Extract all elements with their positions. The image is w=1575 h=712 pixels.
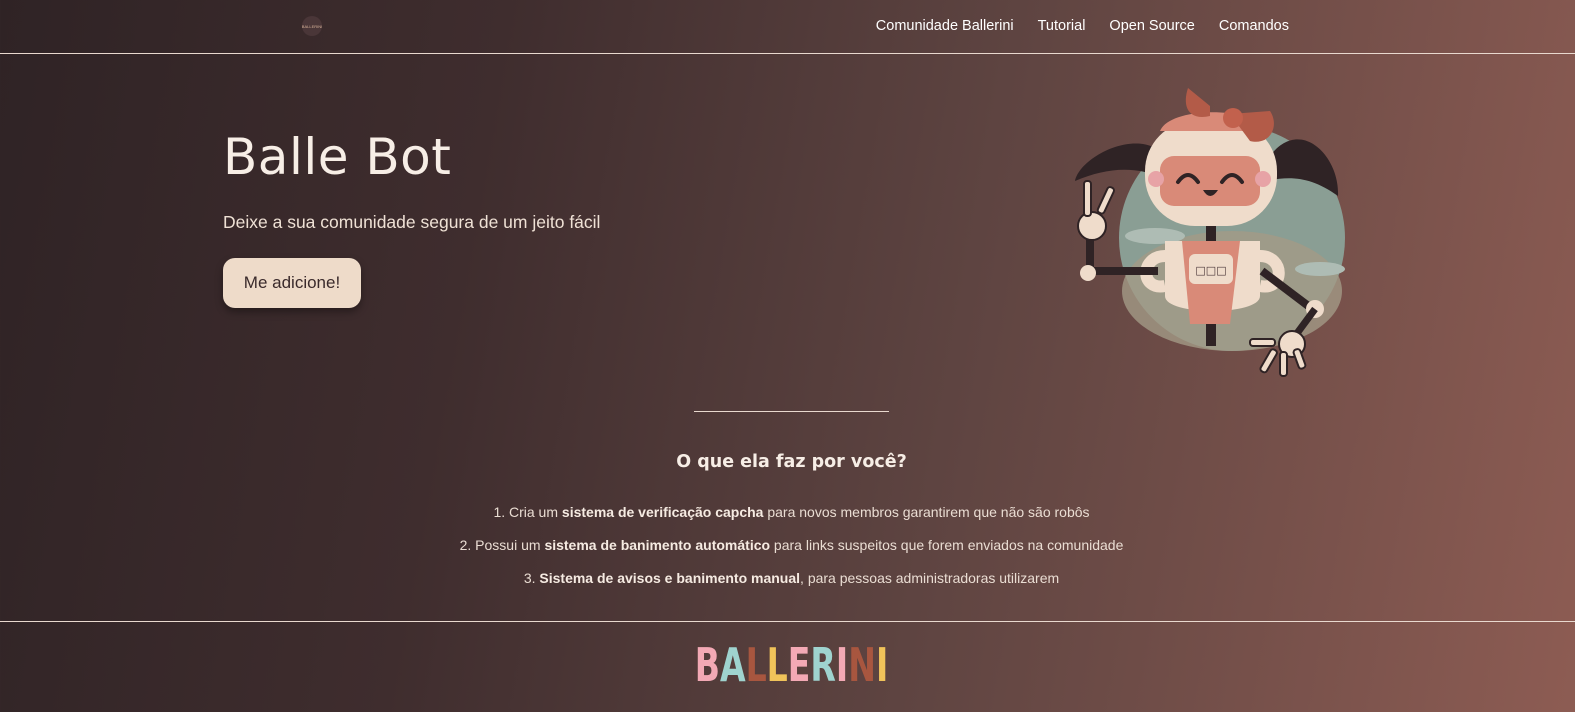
- feature-item: 2. Possui um sistema de banimento automá…: [459, 537, 1124, 553]
- robot-chest-label: □□□: [1195, 264, 1226, 277]
- nav-link-comunidade[interactable]: Comunidade Ballerini: [876, 18, 1014, 34]
- hero-subtitle: Deixe a sua comunidade segura de um jeit…: [223, 212, 601, 232]
- add-bot-button[interactable]: Me adicione!: [223, 258, 361, 308]
- brand-letter: B: [694, 638, 720, 692]
- brand-letter: E: [787, 638, 811, 692]
- brand-letter: N: [848, 638, 876, 692]
- feature-item: 3. Sistema de avisos e banimento manual,…: [523, 570, 1060, 586]
- brand-letter: A: [719, 638, 746, 692]
- section-divider: [694, 411, 889, 412]
- brand-letter: L: [766, 638, 788, 692]
- features-title: O que ela faz por você?: [676, 452, 907, 472]
- robot-illustration: □□□: [1075, 88, 1345, 377]
- brand-letter: L: [745, 638, 767, 692]
- main-nav: Comunidade Ballerini Tutorial Open Sourc…: [876, 18, 1289, 34]
- footer-divider: [0, 621, 1575, 622]
- brand-letter: R: [810, 638, 836, 692]
- features-list: 1. Cria um sistema de verificação capcha…: [0, 502, 1575, 601]
- ballerini-logo[interactable]: BALLERINI: [302, 16, 322, 36]
- top-navbar: BALLERINI Comunidade Ballerini Tutorial …: [0, 0, 1575, 54]
- feature-item: 1. Cria um sistema de verificação capcha…: [493, 504, 1090, 520]
- logo-text: BALLERINI: [301, 23, 323, 29]
- footer-brand-logo[interactable]: BALLERINI: [222, 638, 1362, 692]
- nav-link-open-source[interactable]: Open Source: [1109, 18, 1194, 34]
- nav-link-comandos[interactable]: Comandos: [1219, 18, 1289, 34]
- hero-title: Balle Bot: [223, 128, 452, 186]
- nav-link-tutorial[interactable]: Tutorial: [1038, 18, 1086, 34]
- brand-letter: I: [875, 638, 889, 692]
- brand-letter: I: [835, 638, 849, 692]
